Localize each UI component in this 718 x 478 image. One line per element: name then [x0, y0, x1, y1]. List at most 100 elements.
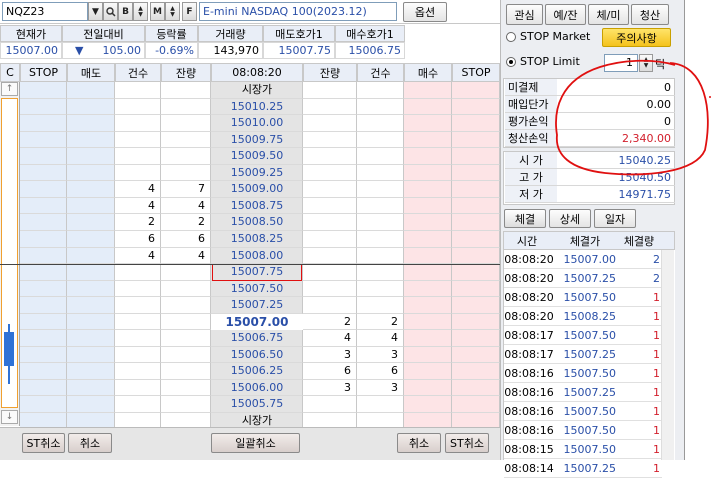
grid-cell[interactable]	[67, 82, 115, 99]
tab-detail[interactable]: 상세	[549, 209, 591, 228]
grid-cell[interactable]	[404, 132, 452, 148]
grid-cell[interactable]	[20, 132, 67, 148]
grid-cell[interactable]	[67, 115, 115, 132]
price-cell[interactable]: 15008.50	[211, 214, 303, 230]
grid-cell[interactable]	[452, 330, 500, 347]
price-cell[interactable]: 15006.50	[211, 347, 303, 363]
grid-cell[interactable]	[20, 115, 67, 132]
price-cell[interactable]: 15008.25	[211, 231, 303, 247]
price-cell[interactable]: 15009.50	[211, 148, 303, 164]
tab-fills[interactable]: 체결	[504, 209, 546, 228]
grid-cell[interactable]	[20, 264, 67, 281]
grid-cell[interactable]	[452, 347, 500, 363]
grid-cell[interactable]	[452, 99, 500, 115]
st-cancel-right-button[interactable]: ST취소	[445, 433, 489, 453]
grid-cell[interactable]	[67, 330, 115, 347]
grid-cell[interactable]	[404, 214, 452, 231]
grid-cell[interactable]	[67, 165, 115, 181]
grid-cell[interactable]	[404, 181, 452, 198]
price-cell[interactable]: 15007.50	[211, 281, 303, 297]
price-cell[interactable]: 15006.75	[211, 330, 303, 346]
grid-cell[interactable]	[67, 99, 115, 115]
price-cell[interactable]: 15005.75	[211, 396, 303, 412]
grid-cell[interactable]	[20, 380, 67, 396]
notice-button[interactable]: 주의사항	[602, 28, 671, 47]
grid-cell[interactable]	[404, 297, 452, 314]
grid-cell[interactable]	[67, 181, 115, 198]
grid-cell[interactable]	[20, 297, 67, 314]
grid-cell[interactable]	[404, 198, 452, 214]
grid-cell[interactable]	[404, 380, 452, 396]
grid-cell[interactable]	[20, 281, 67, 297]
grid-cell[interactable]	[404, 396, 452, 413]
grid-cell[interactable]	[452, 248, 500, 264]
f-icon[interactable]: F	[182, 2, 197, 21]
cancel-right-button[interactable]: 취소	[397, 433, 441, 453]
grid-cell[interactable]	[404, 363, 452, 380]
grid-cell[interactable]	[452, 214, 500, 231]
grid-cell[interactable]	[404, 148, 452, 165]
grid-cell[interactable]	[404, 330, 452, 347]
deposit-balance-button[interactable]: 예/잔	[545, 4, 586, 25]
stop-limit-radio[interactable]	[506, 57, 516, 67]
grid-cell[interactable]	[20, 330, 67, 347]
price-cell[interactable]: 15008.00	[211, 248, 303, 264]
grid-cell[interactable]	[67, 347, 115, 363]
price-cell[interactable]: 15006.25	[211, 363, 303, 379]
grid-cell[interactable]	[452, 132, 500, 148]
grid-cell[interactable]	[452, 82, 500, 99]
grid-cell[interactable]	[404, 115, 452, 132]
grid-cell[interactable]	[404, 314, 452, 330]
st-cancel-left-button[interactable]: ST취소	[22, 433, 65, 453]
price-cell[interactable]: 15009.00	[211, 181, 303, 197]
grid-cell[interactable]	[404, 99, 452, 115]
price-cell[interactable]: 15008.75	[211, 198, 303, 214]
grid-cell[interactable]	[67, 264, 115, 281]
grid-cell[interactable]	[452, 363, 500, 380]
grid-cell[interactable]	[67, 297, 115, 314]
stop-limit-spinner-icon[interactable]: ▲ ▼	[639, 54, 653, 72]
grid-cell[interactable]	[67, 198, 115, 214]
price-cell[interactable]: 15010.00	[211, 115, 303, 131]
search-icon[interactable]	[103, 2, 118, 21]
liquidate-button[interactable]: 청산	[631, 4, 669, 25]
grid-cell[interactable]	[67, 132, 115, 148]
grid-cell[interactable]	[20, 99, 67, 115]
grid-cell[interactable]	[452, 297, 500, 314]
grid-cell[interactable]	[20, 363, 67, 380]
price-cell[interactable]: 15010.25	[211, 99, 303, 115]
grid-cell[interactable]	[67, 214, 115, 231]
grid-side-column[interactable]: ↑ ↓	[0, 82, 20, 426]
stop-limit-input[interactable]: 1	[604, 54, 638, 72]
grid-cell[interactable]	[404, 347, 452, 363]
grid-cell[interactable]	[452, 396, 500, 413]
grid-cell[interactable]	[452, 115, 500, 132]
grid-cell[interactable]	[67, 363, 115, 380]
grid-cell[interactable]	[452, 148, 500, 165]
grid-cell[interactable]	[452, 281, 500, 297]
m-icon[interactable]: M	[150, 2, 165, 21]
price-cell[interactable]: 15009.25	[211, 165, 303, 181]
grid-cell[interactable]	[404, 248, 452, 264]
grid-cell[interactable]	[452, 181, 500, 198]
grid-cell[interactable]	[20, 214, 67, 231]
grid-cell[interactable]	[67, 380, 115, 396]
grid-cell[interactable]	[20, 181, 67, 198]
grid-cell[interactable]	[67, 148, 115, 165]
grid-cell[interactable]	[67, 231, 115, 248]
scroll-down-arrow-icon[interactable]: ↓	[1, 410, 18, 424]
grid-cell[interactable]	[452, 198, 500, 214]
grid-cell[interactable]	[20, 231, 67, 248]
grid-cell[interactable]	[404, 82, 452, 99]
tab-daily[interactable]: 일자	[594, 209, 636, 228]
price-cell[interactable]: 15009.75	[211, 132, 303, 148]
scroll-up-arrow-icon[interactable]: ↑	[1, 82, 18, 96]
grid-cell[interactable]	[452, 231, 500, 248]
grid-corner-button[interactable]: C	[0, 63, 20, 82]
grid-cell[interactable]	[67, 314, 115, 330]
grid-cell[interactable]	[404, 264, 452, 281]
grid-cell[interactable]	[67, 396, 115, 413]
dropdown-arrow-icon[interactable]: ▼	[88, 2, 103, 21]
market-price-top[interactable]: 시장가	[211, 82, 303, 98]
grid-cell[interactable]	[452, 264, 500, 281]
